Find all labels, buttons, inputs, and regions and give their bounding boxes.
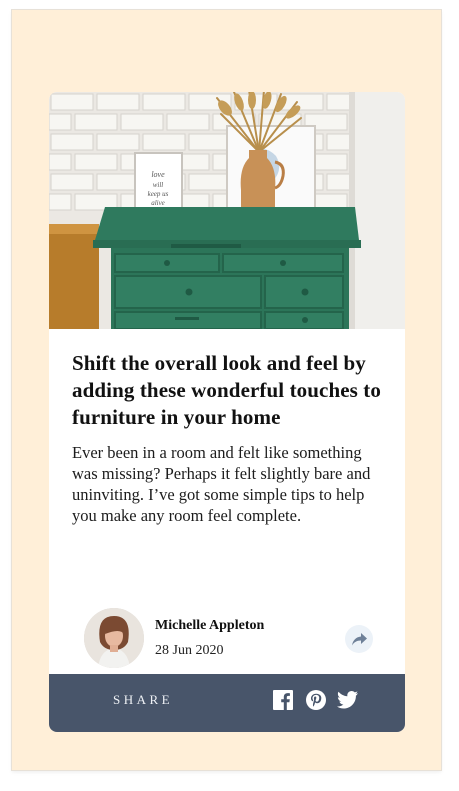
share-bar: SHARE bbox=[49, 674, 405, 732]
svg-text:will: will bbox=[153, 181, 164, 189]
page-background: love will keep us alive Shift the overal… bbox=[12, 10, 441, 770]
author-name: Michelle Appleton bbox=[155, 618, 265, 633]
article-excerpt: Ever been in a room and felt like someth… bbox=[72, 443, 371, 525]
svg-text:keep us: keep us bbox=[148, 190, 169, 198]
article-card: love will keep us alive Shift the overal… bbox=[49, 92, 405, 732]
facebook-icon[interactable] bbox=[273, 690, 293, 710]
pinterest-icon[interactable] bbox=[306, 690, 326, 710]
share-label: SHARE bbox=[113, 692, 174, 707]
svg-text:love: love bbox=[151, 170, 165, 179]
share-button[interactable] bbox=[345, 625, 373, 653]
share-arrow-icon bbox=[351, 632, 367, 645]
publish-date: 28 Jun 2020 bbox=[155, 643, 224, 658]
svg-text:alive: alive bbox=[151, 199, 165, 207]
author-avatar bbox=[84, 608, 144, 668]
article-title[interactable]: Shift the overall look and feel by addin… bbox=[72, 350, 390, 431]
author-row: Michelle Appleton 28 Jun 2020 bbox=[84, 608, 374, 668]
article-content: Shift the overall look and feel by addin… bbox=[72, 350, 390, 526]
twitter-icon[interactable] bbox=[337, 690, 358, 710]
article-hero-image: love will keep us alive bbox=[49, 92, 405, 329]
